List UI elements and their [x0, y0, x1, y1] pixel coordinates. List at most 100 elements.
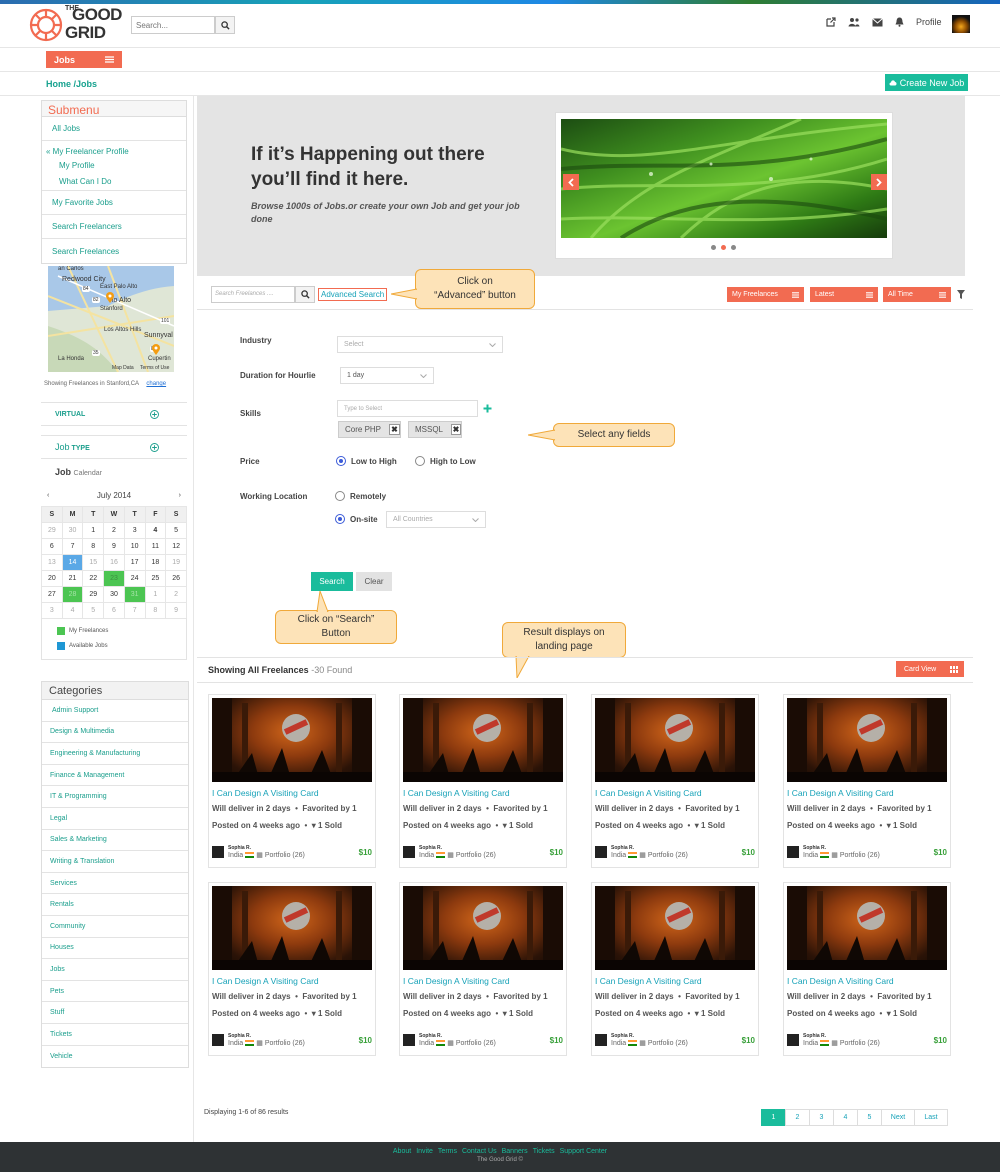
calendar-day[interactable]: 8 [144, 602, 167, 619]
remove-tag-icon[interactable]: ✖ [389, 424, 400, 435]
filter-icon[interactable] [957, 290, 965, 299]
card-image[interactable] [595, 886, 755, 970]
calendar-day-my-freelance[interactable]: 23 [103, 570, 125, 587]
external-link-icon[interactable] [826, 17, 836, 27]
last-page-button[interactable]: Last [914, 1109, 948, 1126]
calendar-day[interactable]: 4 [61, 602, 84, 619]
location-onsite-radio[interactable]: On-site [335, 514, 378, 524]
seller-avatar[interactable] [403, 1034, 415, 1046]
category-item[interactable]: Sales & Marketing [42, 830, 188, 852]
plus-circle-icon[interactable] [150, 442, 159, 452]
job-type-filter-row[interactable]: Job TYPE [41, 435, 187, 459]
category-item[interactable]: Writing & Translation [42, 851, 188, 873]
calendar-day[interactable]: 21 [61, 570, 84, 587]
category-item[interactable]: Finance & Management [42, 765, 188, 787]
submenu-item-search-freelances[interactable]: Search Freelances [42, 239, 186, 263]
seller-avatar[interactable] [403, 846, 415, 858]
calendar-day-my-freelance[interactable]: 31 [123, 586, 146, 603]
seller-portfolio[interactable]: Portfolio (26) [648, 1040, 688, 1047]
calendar-day[interactable]: 24 [123, 570, 146, 587]
radio-selected[interactable] [335, 514, 345, 524]
submenu-item-my-profile[interactable]: My Profile [46, 161, 186, 177]
page-button[interactable]: 2 [785, 1109, 810, 1126]
price-high-to-low-radio[interactable]: High to Low [415, 456, 476, 466]
submenu-item-search-freelancers[interactable]: Search Freelancers [42, 215, 186, 239]
search-button[interactable]: Search [311, 572, 353, 591]
footer-link[interactable]: Contact Us [462, 1148, 497, 1155]
footer-link[interactable]: Terms [438, 1148, 457, 1155]
page-button[interactable]: 5 [857, 1109, 882, 1126]
calendar-day[interactable]: 6 [41, 538, 63, 555]
calendar-day[interactable]: 12 [165, 538, 187, 555]
submenu-item-freelancer-profile[interactable]: « My Freelancer Profile [46, 147, 186, 161]
calendar-day[interactable]: 9 [165, 602, 187, 619]
category-item[interactable]: Legal [42, 808, 188, 830]
category-item[interactable]: Vehicle [42, 1046, 188, 1068]
create-new-job-button[interactable]: Create New Job [885, 74, 968, 91]
freelance-search-button[interactable] [295, 286, 315, 303]
radio-unselected[interactable] [335, 491, 345, 501]
my-freelances-dropdown[interactable]: My Freelances [727, 287, 804, 302]
calendar-day[interactable]: 20 [41, 570, 63, 587]
category-item[interactable]: Engineering & Manufacturing [42, 743, 188, 765]
slider-prev-button[interactable] [563, 174, 579, 190]
slider-dot[interactable] [731, 245, 736, 250]
jobs-menu-button[interactable]: Jobs [46, 51, 122, 68]
bell-icon[interactable] [895, 17, 904, 27]
card-title[interactable]: I Can Design A Visiting Card [403, 976, 510, 986]
radio-unselected[interactable] [415, 456, 425, 466]
advanced-search-link[interactable]: Advanced Search [318, 288, 388, 301]
seller-portfolio[interactable]: Portfolio (26) [265, 852, 305, 859]
category-item[interactable]: Design & Multimedia [42, 722, 188, 744]
result-card[interactable]: I Can Design A Visiting Card Will delive… [208, 694, 376, 868]
page-button[interactable]: 4 [833, 1109, 858, 1126]
freelance-search-input[interactable]: Search Freelances .... [211, 286, 295, 303]
virtual-filter-row[interactable]: VIRTUAL [41, 402, 187, 426]
result-card[interactable]: I Can Design A Visiting Card Will delive… [399, 694, 567, 868]
seller-avatar[interactable] [787, 1034, 799, 1046]
page-button[interactable]: 3 [809, 1109, 834, 1126]
header-search-input[interactable] [131, 16, 215, 34]
card-title[interactable]: I Can Design A Visiting Card [787, 788, 894, 798]
calendar-day[interactable]: 2 [165, 586, 187, 603]
result-card[interactable]: I Can Design A Visiting Card Will delive… [783, 882, 951, 1056]
map-pin-icon[interactable] [152, 344, 160, 355]
calendar-day-available-job[interactable]: 14 [61, 554, 84, 571]
profile-link[interactable]: Profile [916, 17, 942, 27]
card-image[interactable] [403, 886, 563, 970]
result-card[interactable]: I Can Design A Visiting Card Will delive… [399, 882, 567, 1056]
calendar-day[interactable]: 3 [41, 602, 63, 619]
seller-portfolio[interactable]: Portfolio (26) [648, 852, 688, 859]
footer-link[interactable]: Banners [502, 1148, 528, 1155]
seller-portfolio[interactable]: Portfolio (26) [265, 1040, 305, 1047]
calendar-day[interactable]: 7 [123, 602, 146, 619]
map-pin-icon[interactable] [106, 292, 114, 303]
footer-link[interactable]: Tickets [533, 1148, 555, 1155]
card-image[interactable] [787, 698, 947, 782]
category-item[interactable]: IT & Programming [42, 786, 188, 808]
skills-input[interactable]: Type to Select [337, 400, 478, 417]
countries-select[interactable]: All Countries [386, 511, 486, 528]
calendar-day[interactable]: 29 [82, 586, 105, 603]
next-page-button[interactable]: Next [881, 1109, 915, 1126]
card-title[interactable]: I Can Design A Visiting Card [595, 976, 702, 986]
footer-link[interactable]: Support Center [560, 1148, 607, 1155]
location-map[interactable]: an Carlos Redwood City East Palo Alto lo… [48, 266, 174, 372]
category-item[interactable]: Tickets [42, 1024, 188, 1046]
card-image[interactable] [787, 886, 947, 970]
location-remotely-radio[interactable]: Remotely [335, 491, 386, 501]
mail-icon[interactable] [872, 17, 883, 27]
calendar-day[interactable]: 7 [61, 538, 84, 555]
submenu-item-favorite-jobs[interactable]: My Favorite Jobs [42, 191, 186, 215]
map-terms-link[interactable]: Terms of Use [140, 365, 169, 371]
calendar-day[interactable]: 3 [123, 522, 146, 539]
calendar-day[interactable]: 30 [61, 522, 84, 539]
clear-button[interactable]: Clear [356, 572, 392, 591]
industry-select[interactable]: Select [337, 336, 503, 353]
card-title[interactable]: I Can Design A Visiting Card [595, 788, 702, 798]
card-title[interactable]: I Can Design A Visiting Card [787, 976, 894, 986]
card-title[interactable]: I Can Design A Visiting Card [212, 976, 319, 986]
category-item[interactable]: Jobs [42, 959, 188, 981]
card-view-button[interactable]: Card View [896, 661, 964, 677]
calendar-day[interactable]: 17 [123, 554, 146, 571]
